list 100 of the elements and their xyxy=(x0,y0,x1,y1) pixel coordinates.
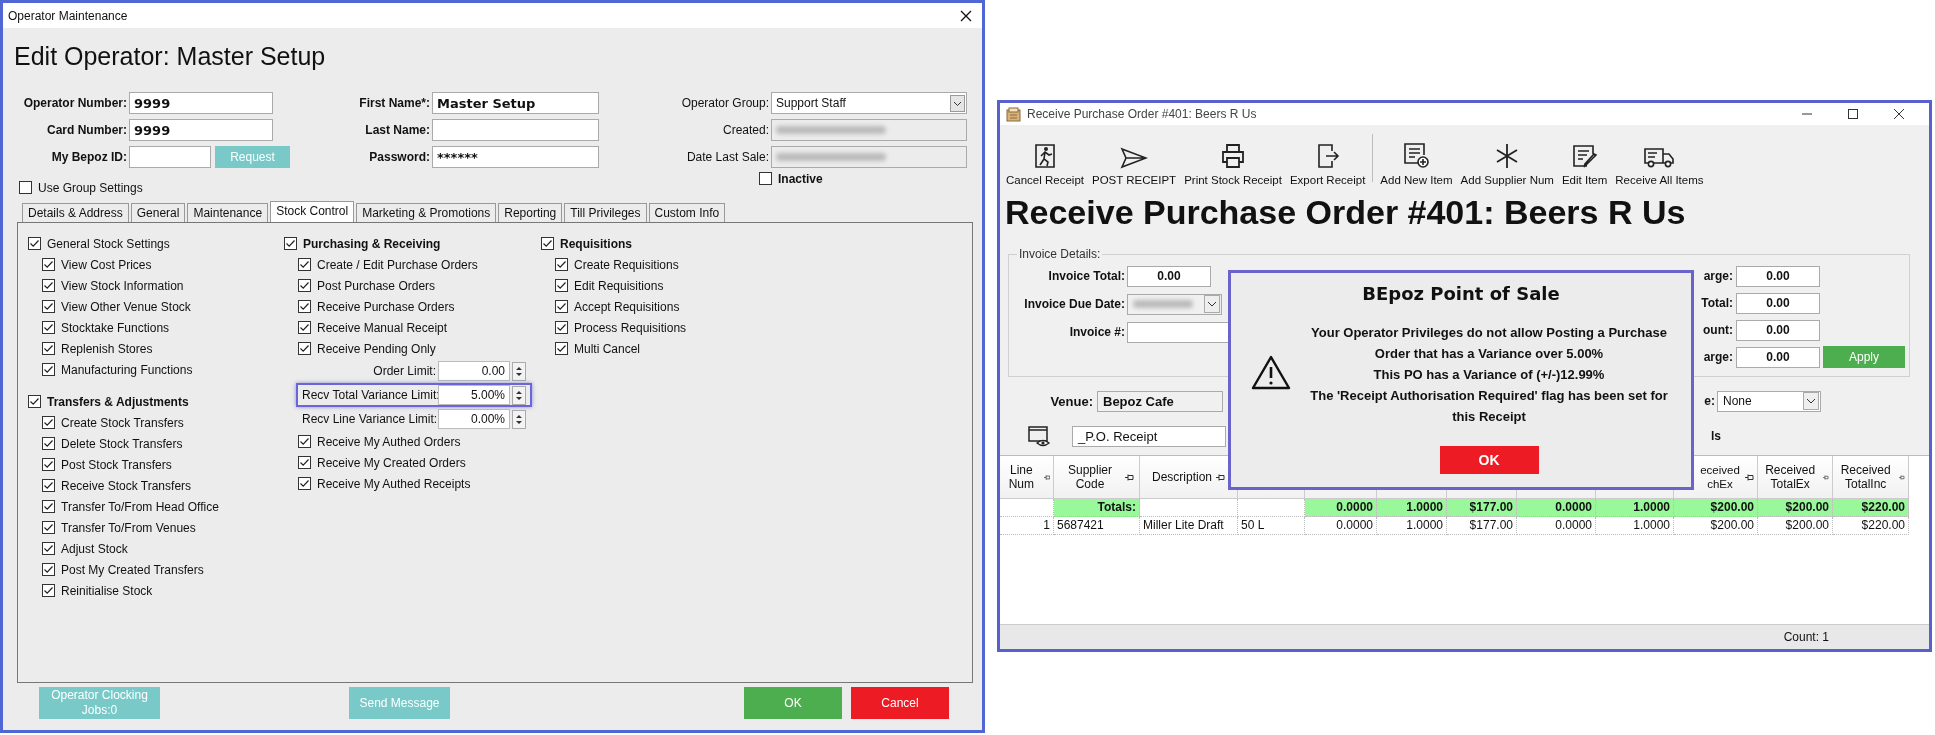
checkbox[interactable] xyxy=(298,342,311,355)
input-field[interactable]: 0.00 xyxy=(1736,265,1820,287)
toolbar-button[interactable]: Add Supplier Num xyxy=(1456,134,1558,186)
toolbar-button[interactable]: Print Stock Receipt xyxy=(1180,134,1286,186)
tab[interactable]: General xyxy=(130,203,186,222)
checkbox[interactable] xyxy=(42,300,55,313)
input-field[interactable]: Bepoz Cafe xyxy=(1097,390,1223,412)
checkbox[interactable] xyxy=(555,321,568,334)
checkbox-label: Receive Stock Transfers xyxy=(61,478,192,493)
input-field[interactable]: Master Setup xyxy=(432,92,599,114)
table-cell: 0.0000 xyxy=(1517,499,1596,517)
number-field[interactable]: 5.00% xyxy=(438,385,510,405)
checkbox[interactable] xyxy=(298,300,311,313)
toolbar-button[interactable]: Edit Item xyxy=(1557,134,1612,186)
spin-button[interactable] xyxy=(512,361,526,381)
checkbox[interactable] xyxy=(42,416,55,429)
checkbox[interactable] xyxy=(298,258,311,271)
caret-icon[interactable] xyxy=(1803,392,1819,410)
spin-button[interactable] xyxy=(512,409,526,429)
checkbox-label: Multi Cancel xyxy=(574,341,641,356)
input-field[interactable] xyxy=(129,146,211,168)
button[interactable]: Cancel xyxy=(851,687,949,719)
input-field[interactable]: 0.00 xyxy=(1127,265,1211,287)
number-field[interactable]: 0.00% xyxy=(438,409,510,429)
input-field[interactable]: 0.00 xyxy=(1736,292,1820,314)
maximize-icon[interactable] xyxy=(1847,108,1859,120)
checkbox[interactable] xyxy=(42,321,55,334)
tab[interactable]: Stock Control xyxy=(270,201,355,222)
column-header[interactable]: Description xyxy=(1152,470,1212,484)
input-field[interactable]: 9999 xyxy=(129,92,273,114)
input-field[interactable]: ****** xyxy=(432,146,599,168)
field-label: e: xyxy=(1704,394,1715,408)
close-icon[interactable] xyxy=(960,9,972,22)
dropdown[interactable]: Support Staff xyxy=(771,92,967,114)
checkbox[interactable] xyxy=(42,584,55,597)
toolbar-button[interactable]: Cancel Receipt xyxy=(1002,134,1088,186)
pin-icon[interactable] xyxy=(1745,472,1754,482)
toolbar-button[interactable]: Export Receipt xyxy=(1285,134,1370,186)
checkbox[interactable] xyxy=(42,258,55,271)
tab[interactable]: Custom Info xyxy=(648,203,726,222)
input-field[interactable]: 0.00 xyxy=(1736,319,1820,341)
checkbox[interactable] xyxy=(298,456,311,469)
tab[interactable]: Reporting xyxy=(498,203,563,222)
edit-form-icon xyxy=(1570,143,1599,169)
field-label: Invoice #: xyxy=(1068,325,1125,339)
input-field[interactable]: 0.00 xyxy=(1736,346,1820,368)
truck-icon xyxy=(1643,145,1676,169)
pin-icon[interactable] xyxy=(1125,472,1134,482)
pin-icon[interactable] xyxy=(1216,472,1225,482)
window-title: Operator Maintenance xyxy=(8,8,128,23)
table-cell: 1.0000 xyxy=(1377,517,1447,535)
checkbox[interactable] xyxy=(555,300,568,313)
checkbox[interactable] xyxy=(298,435,311,448)
checkbox[interactable] xyxy=(42,342,55,355)
input-field[interactable] xyxy=(432,119,599,141)
field-label: Recv Total Variance Limit: xyxy=(302,388,436,402)
checkbox[interactable] xyxy=(555,258,568,271)
checkbox[interactable] xyxy=(42,437,55,450)
checkbox[interactable] xyxy=(298,321,311,334)
checkbox[interactable] xyxy=(42,500,55,513)
checkbox[interactable] xyxy=(28,395,41,408)
status-text: Count: 1 xyxy=(1783,630,1829,644)
checkbox[interactable] xyxy=(42,521,55,534)
checkbox[interactable] xyxy=(42,563,55,576)
checkbox-label: Transfer To/From Venues xyxy=(61,520,196,535)
toolbar-button[interactable]: POST RECEIPT xyxy=(1088,134,1181,186)
spin-button[interactable] xyxy=(512,385,526,405)
caret-icon[interactable] xyxy=(1204,295,1220,313)
number-field[interactable]: 0.00 xyxy=(438,361,510,381)
checkbox[interactable] xyxy=(42,479,55,492)
input-field[interactable]: 9999 xyxy=(129,119,273,141)
input-field[interactable]: _P.O. Receipt xyxy=(1072,425,1226,447)
checkbox[interactable] xyxy=(284,237,297,250)
caret-icon[interactable] xyxy=(950,94,965,112)
checkbox-label: Post My Created Transfers xyxy=(61,562,204,577)
preview-icon[interactable] xyxy=(1027,424,1051,448)
checkbox[interactable] xyxy=(42,458,55,471)
checkbox-label: Receive My Authed Orders xyxy=(317,434,461,449)
checkbox[interactable] xyxy=(541,237,554,250)
toolbar-button[interactable]: Add New Item xyxy=(1376,134,1457,186)
tab[interactable]: Till Privileges xyxy=(564,203,647,222)
checkbox[interactable] xyxy=(19,181,32,194)
checkbox[interactable] xyxy=(298,477,311,490)
toolbar-button[interactable]: Receive All Items xyxy=(1611,134,1708,186)
checkbox[interactable] xyxy=(298,279,311,292)
dropdown[interactable]: None xyxy=(1717,390,1821,412)
checkbox[interactable] xyxy=(42,279,55,292)
tab[interactable]: Maintenance xyxy=(187,203,269,222)
checkbox[interactable] xyxy=(42,363,55,376)
close-icon[interactable] xyxy=(1893,108,1905,120)
checkbox[interactable] xyxy=(759,172,772,185)
add-form-icon xyxy=(1402,141,1431,169)
dialog-message: The 'Receipt Authorisation Required' flag has been set for this Receipt xyxy=(1309,387,1669,426)
ok-button[interactable]: OK xyxy=(1439,446,1539,474)
tab[interactable]: Details & Address xyxy=(22,203,129,222)
tab[interactable]: Marketing & Promotions xyxy=(356,203,497,222)
checkbox[interactable] xyxy=(555,279,568,292)
checkbox[interactable] xyxy=(42,542,55,555)
checkbox[interactable] xyxy=(28,237,41,250)
checkbox[interactable] xyxy=(555,342,568,355)
